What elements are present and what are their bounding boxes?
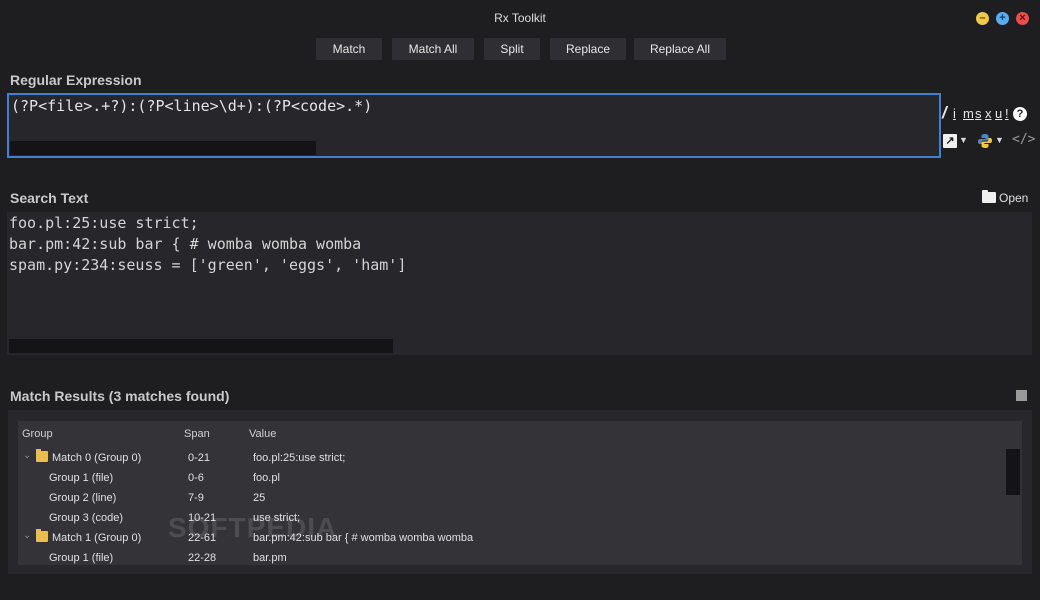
chevron-down-icon[interactable]: ⌄: [23, 450, 31, 461]
table-row[interactable]: Group 1 (file) 22-28 bar.pm: [18, 548, 998, 565]
flag-m[interactable]: m: [963, 106, 974, 121]
results-vertical-scrollbar[interactable]: [1006, 449, 1020, 495]
maximize-icon: +: [999, 12, 1006, 24]
table-row[interactable]: ⌄ Match 1 (Group 0) 22-61 bar.pm:42:sub …: [18, 528, 998, 548]
title-bar: Rx Toolkit – + ×: [0, 0, 1040, 36]
flag-x[interactable]: x: [985, 106, 992, 121]
flag-s[interactable]: s: [975, 106, 982, 121]
cell-group: Match 1 (Group 0): [52, 532, 142, 544]
close-icon: ×: [1019, 12, 1026, 24]
watermark: SOFTPEDIA: [168, 512, 338, 543]
column-header-span[interactable]: Span: [184, 428, 210, 440]
cell-span: 0-6: [188, 472, 204, 484]
chevron-down-icon[interactable]: ⌄: [23, 530, 31, 541]
search-text-line: spam.py:234:seuss = ['green', 'eggs', 'h…: [9, 256, 407, 274]
search-text-editor[interactable]: foo.pl:25:use strict; bar.pm:42:sub bar …: [7, 212, 1032, 355]
python-icon[interactable]: [977, 133, 993, 149]
flag-i[interactable]: i: [953, 106, 956, 121]
regex-input[interactable]: (?P<file>.+?):(?P<line>\d+):(?P<code>.*): [7, 93, 941, 158]
minimize-icon: –: [979, 12, 986, 24]
cell-value: foo.pl:25:use strict;: [253, 452, 346, 464]
search-text-line: bar.pm:42:sub bar { # womba womba womba: [9, 235, 362, 253]
cell-group: Group 1 (file): [49, 552, 114, 564]
match-button[interactable]: Match: [316, 38, 382, 60]
cell-group: Group 3 (code): [49, 512, 123, 524]
flag-delimiter[interactable]: /: [942, 103, 947, 123]
table-row[interactable]: Group 1 (file) 0-6 foo.pl: [18, 468, 998, 488]
replace-button[interactable]: Replace: [550, 38, 626, 60]
search-horizontal-scrollbar[interactable]: [9, 339, 393, 353]
cell-group: Group 2 (line): [49, 492, 117, 504]
chevron-down-icon[interactable]: ▼: [995, 135, 1004, 145]
folder-icon: [982, 190, 996, 203]
table-row[interactable]: Group 3 (code) 10-21 use strict;: [18, 508, 998, 528]
minimize-button[interactable]: –: [976, 12, 989, 25]
help-icon[interactable]: ?: [1013, 107, 1027, 121]
table-row[interactable]: Group 2 (line) 7-9 25: [18, 488, 998, 508]
close-button[interactable]: ×: [1016, 12, 1029, 25]
cell-group: Group 1 (file): [49, 472, 114, 484]
cell-group: Match 0 (Group 0): [52, 452, 142, 464]
regex-section-title: Regular Expression: [10, 72, 142, 88]
split-button[interactable]: Split: [484, 38, 540, 60]
open-label: Open: [999, 191, 1029, 205]
cell-value: foo.pl: [253, 472, 280, 484]
replace-all-button[interactable]: Replace All: [634, 38, 726, 60]
window-title: Rx Toolkit: [494, 11, 546, 25]
column-header-group[interactable]: Group: [22, 428, 53, 440]
folder-icon: [36, 449, 48, 462]
open-external-icon[interactable]: ↗: [943, 134, 957, 148]
results-section-title: Match Results (3 matches found): [10, 388, 230, 404]
cell-span: 7-9: [188, 492, 204, 504]
cell-span: 22-28: [188, 552, 217, 564]
chevron-down-icon[interactable]: ▼: [959, 135, 968, 145]
table-row[interactable]: ⌄ Match 0 (Group 0) 0-21 foo.pl:25:use s…: [18, 448, 998, 468]
folder-icon: [36, 529, 48, 542]
cell-span: 0-21: [188, 452, 211, 464]
code-icon[interactable]: </>: [1012, 132, 1035, 147]
cell-value: 25: [253, 492, 266, 504]
column-header-value[interactable]: Value: [249, 428, 276, 440]
match-all-button[interactable]: Match All: [392, 38, 474, 60]
cell-value: bar.pm: [253, 552, 287, 564]
maximize-button[interactable]: +: [996, 12, 1009, 25]
flag-u[interactable]: u: [995, 106, 1002, 121]
stop-icon[interactable]: [1016, 390, 1027, 401]
search-text-line: foo.pl:25:use strict;: [9, 214, 199, 232]
search-section-title: Search Text: [10, 190, 89, 206]
regex-horizontal-scrollbar[interactable]: [10, 141, 316, 155]
flag-bang[interactable]: !: [1005, 106, 1009, 121]
regex-input-text: (?P<file>.+?):(?P<line>\d+):(?P<code>.*): [11, 97, 373, 115]
